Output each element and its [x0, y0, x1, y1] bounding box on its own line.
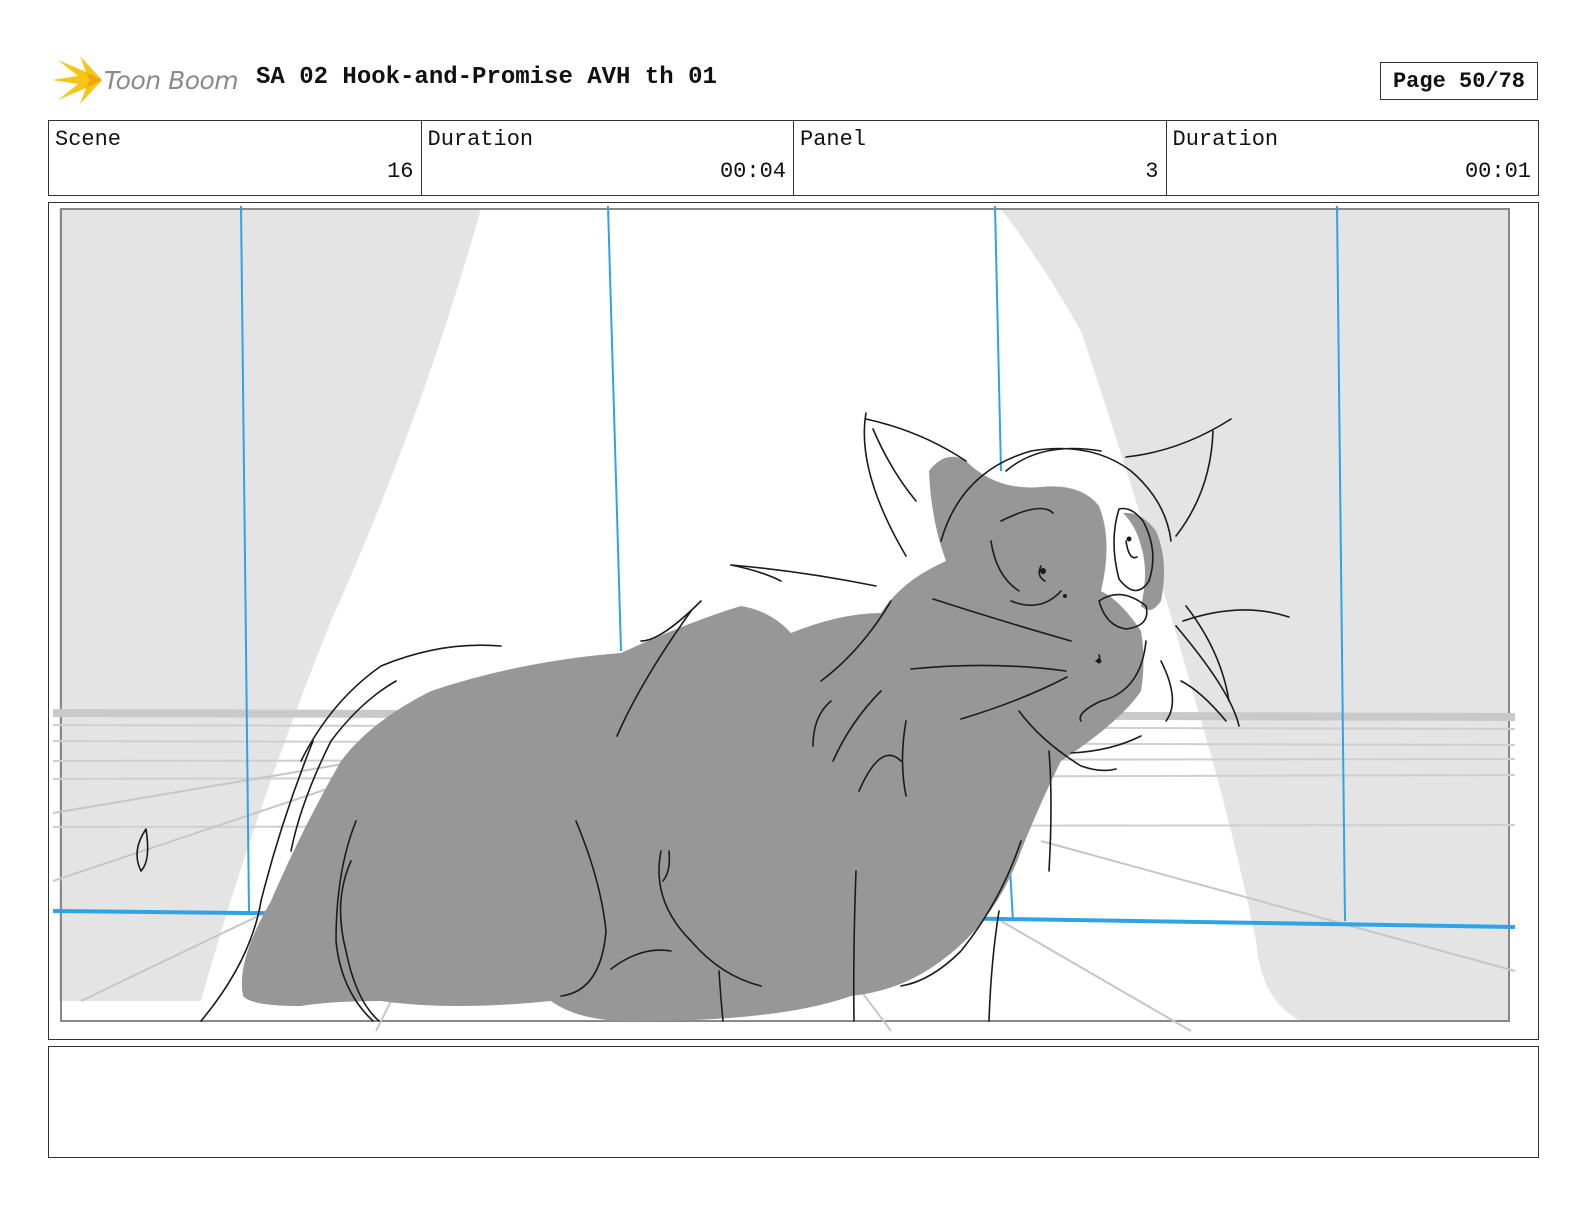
scene-value: 16 [387, 159, 414, 184]
panel-duration-value: 00:01 [1464, 159, 1531, 184]
panel-duration-label: Duration [1172, 127, 1279, 152]
scene-cell: Scene 16 [49, 121, 421, 195]
scene-label: Scene [55, 127, 122, 152]
scene-duration-cell: Duration 00:04 [420, 121, 794, 195]
cat-sketch-drawing [49, 203, 1537, 1038]
starburst-icon [52, 56, 102, 104]
panel-cell: Panel 3 [793, 121, 1166, 195]
panel-label: Panel [800, 127, 867, 152]
page-number: Page 50/78 [1380, 62, 1538, 100]
toon-boom-logo: Toon Boom [50, 54, 240, 108]
panel-notes-box [48, 1046, 1539, 1158]
scene-duration-label: Duration [427, 127, 534, 152]
scene-info-table: Scene 16 Duration 00:04 Panel 3 Duration… [48, 120, 1539, 196]
logo-text: Toon Boom [104, 66, 239, 95]
scene-duration-value: 00:04 [719, 159, 786, 184]
storyboard-panel-frame [48, 202, 1539, 1040]
document-title: SA 02 Hook-and-Promise AVH th 01 [256, 64, 717, 91]
panel-value: 3 [1145, 159, 1159, 184]
panel-duration-cell: Duration 00:01 [1165, 121, 1539, 195]
